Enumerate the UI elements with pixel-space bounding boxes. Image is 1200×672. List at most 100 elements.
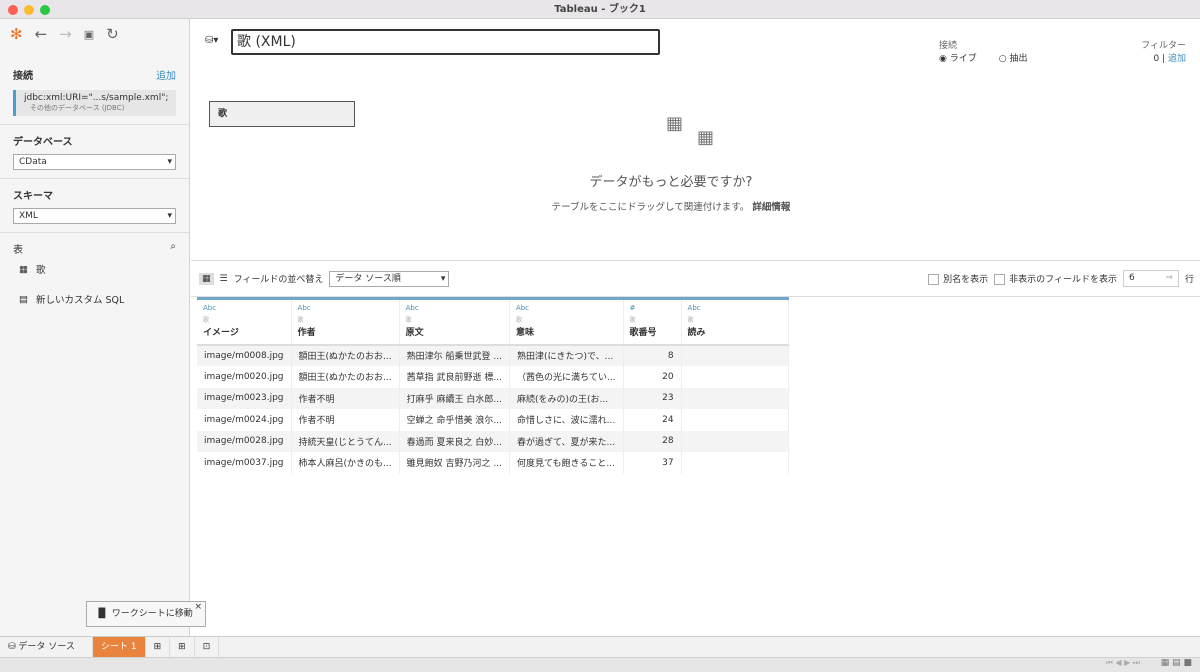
table-cell: image/m0024.jpg — [197, 409, 292, 431]
custom-sql-icon: ▤ — [19, 293, 28, 305]
table-cell: 何度見ても飽きること... — [509, 452, 624, 474]
field-source: 歌 — [687, 317, 694, 324]
show-aliases-checkbox[interactable]: 別名を表示 — [928, 272, 988, 285]
table-cell: 麻続(をみの)の王(お... — [509, 387, 624, 409]
zoom-window-button[interactable] — [40, 5, 50, 15]
table-cell: 春過而 夏来良之 白妙... — [399, 430, 510, 452]
column-header[interactable]: Abc 歌作者 — [291, 297, 400, 346]
data-grid: Abc 歌イメージ Abc 歌作者 Abc 歌原文 Abc 歌意味 # 歌歌番号 Abc 歌読み ima… — [197, 297, 789, 474]
connection-item[interactable]: jdbc:xml:URI="...s/sample.xml"; その他のデータベー… — [13, 90, 176, 116]
chart-icon: ▐▌ — [95, 609, 109, 619]
new-custom-sql[interactable]: ▤ 新しいカスタム SQL — [19, 292, 176, 307]
field-type-icon[interactable]: Abc — [298, 304, 393, 312]
view-mode-icons[interactable]: ▦ ▤ ■ — [1161, 658, 1192, 668]
table-cell — [681, 366, 789, 388]
show-hidden-checkbox[interactable]: 非表示のフィールドを表示 — [994, 272, 1117, 285]
table-row: image/m0008.jpg 額田王(ぬかたのおお... 熟田津尓 船乗世武登 .… — [197, 344, 789, 366]
add-connection-link[interactable]: 追加 — [156, 67, 176, 82]
custom-sql-label: 新しいカスタム SQL — [35, 295, 125, 306]
field-type-icon[interactable]: Abc — [688, 304, 782, 312]
window-title: Tableau - ブック1 — [554, 4, 646, 15]
status-bar: ⏮ ◀ ▶ ⏭ ▦ ▤ ■ — [0, 657, 1200, 672]
extract-radio[interactable]: ○ 抽出 — [999, 54, 1028, 64]
filter-count: 0 — [1153, 54, 1160, 64]
table-name: 歌 — [35, 265, 46, 276]
new-story-icon[interactable]: ⊡ — [195, 637, 220, 657]
search-icon[interactable]: ⌕ — [170, 241, 176, 256]
table-cell — [681, 409, 789, 431]
datasource-name-input[interactable]: 歌 (XML) — [231, 29, 660, 55]
new-worksheet-icon[interactable]: ⊞ — [146, 637, 171, 657]
go-to-worksheet-tooltip[interactable]: ▐▌ ワークシートに移動 × — [86, 601, 206, 627]
add-filter-link[interactable]: 追加 — [1168, 54, 1186, 64]
field-type-icon[interactable]: Abc — [203, 304, 285, 312]
save-icon[interactable]: ▣ — [84, 28, 94, 41]
connection-name: jdbc:xml:URI="...s/sample.xml"; — [24, 93, 169, 103]
field-type-icon[interactable]: Abc — [406, 304, 503, 312]
table-cell: image/m0008.jpg — [197, 344, 292, 366]
connection-mode-label: 接続 — [939, 41, 958, 51]
schema-select[interactable]: XML — [13, 208, 176, 224]
table-cell: 空蝉之 命乎惜美 浪尓... — [399, 409, 510, 431]
field-name: 作者 — [297, 328, 316, 338]
close-window-button[interactable] — [8, 5, 18, 15]
close-tooltip-icon[interactable]: × — [194, 595, 202, 619]
table-cell: image/m0028.jpg — [197, 430, 292, 452]
column-header[interactable]: Abc 歌読み — [681, 297, 789, 346]
column-header[interactable]: Abc 歌意味 — [509, 297, 624, 346]
table-row: image/m0023.jpg 作者不明 打麻乎 麻續王 白水郎... 麻続(をみの)… — [197, 387, 789, 409]
column-header[interactable]: # 歌歌番号 — [623, 297, 682, 346]
rows-input[interactable]: 6 ⇒ — [1122, 270, 1179, 287]
table-cell: 熟田津(にきたつ)で、... — [509, 344, 624, 366]
refresh-icon[interactable]: ↻ — [106, 25, 119, 43]
back-icon[interactable]: ← — [35, 25, 48, 43]
sidebar: ✻ ← → ▣ ↻ 接続 追加 jdbc:xml:URI="...s/sample.xml… — [0, 19, 190, 636]
rows-label: 行 — [1184, 275, 1194, 285]
field-source: 歌 — [629, 317, 636, 324]
sort-fields-select[interactable]: データ ソース順 — [329, 270, 450, 287]
live-radio[interactable]: ◉ ライブ — [939, 54, 977, 64]
filters-label: フィルター — [1141, 41, 1186, 51]
learn-more-link[interactable]: 詳細情報 — [752, 202, 790, 213]
tab-sheet-1[interactable]: シート 1 — [93, 637, 146, 657]
minimize-window-button[interactable] — [24, 5, 34, 15]
table-cell — [681, 387, 789, 409]
table-cell: 作者不明 — [291, 409, 400, 431]
datasource-icon[interactable]: ⛁▾ — [205, 35, 218, 46]
field-type-icon[interactable]: # — [630, 304, 675, 312]
table-cell: 8 — [623, 344, 682, 366]
field-source: 歌 — [515, 317, 522, 324]
connections-label: 接続 — [13, 71, 33, 82]
field-name: イメージ — [203, 328, 239, 338]
tab-datasource[interactable]: ⛁ データ ソース — [0, 637, 93, 657]
table-cell: 24 — [623, 409, 682, 431]
new-dashboard-icon[interactable]: ⊞ — [170, 637, 195, 657]
table-item[interactable]: ▦ 歌 — [19, 262, 176, 277]
page-nav-icons[interactable]: ⏮ ◀ ▶ ⏭ — [1106, 658, 1140, 668]
table-row: image/m0028.jpg 持統天皇(じとうてん... 春過而 夏来良之 白妙.… — [197, 430, 789, 452]
field-type-icon[interactable]: Abc — [516, 304, 617, 312]
grid-view-icon[interactable]: ▦ — [199, 272, 214, 285]
column-header[interactable]: Abc 歌イメージ — [197, 297, 292, 346]
column-header[interactable]: Abc 歌原文 — [399, 297, 510, 346]
list-view-icon[interactable]: ☰ — [220, 274, 228, 284]
field-name: 歌番号 — [629, 328, 657, 338]
table-cell: 柿本人麻呂(かきのも... — [291, 452, 400, 474]
canvas-table[interactable]: 歌 — [209, 101, 355, 127]
forward-icon[interactable]: → — [59, 25, 72, 43]
table-cell: 熟田津尓 船乗世武登 ... — [399, 344, 510, 366]
sort-fields-label: フィールドの並べ替え — [233, 275, 324, 285]
table-cell: 37 — [623, 452, 682, 474]
need-more-data-heading: データがもっと必要ですか? — [589, 175, 753, 190]
field-name: 原文 — [405, 328, 424, 338]
database-select[interactable]: CData — [13, 154, 176, 170]
tableau-logo-icon[interactable]: ✻ — [10, 25, 23, 43]
toolbar: ✻ ← → ▣ ↻ — [0, 19, 189, 49]
field-name: 読み — [687, 328, 706, 338]
table-cell: image/m0020.jpg — [197, 366, 292, 388]
table-row: image/m0020.jpg 額田王(ぬかたのおお... 茜草指 武良前野逝 標.… — [197, 366, 789, 388]
table-cell: 春が過ぎて、夏が来た... — [509, 430, 624, 452]
table-cell: 額田王(ぬかたのおお... — [291, 344, 400, 366]
field-source: 歌 — [297, 317, 304, 324]
tables-label: 表 — [13, 245, 23, 256]
